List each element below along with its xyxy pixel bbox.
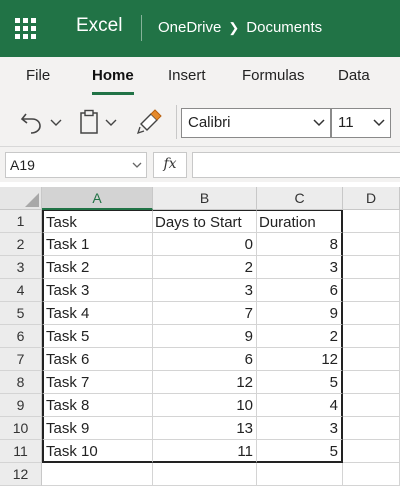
cell[interactable] xyxy=(343,210,400,233)
app-name[interactable]: Excel xyxy=(76,15,122,37)
cell[interactable]: 2 xyxy=(257,325,343,348)
cell[interactable] xyxy=(343,325,400,348)
cell[interactable]: 13 xyxy=(153,417,257,440)
cell[interactable]: Task 5 xyxy=(42,325,153,348)
chevron-down-icon xyxy=(50,119,62,126)
chevron-down-icon xyxy=(313,119,325,127)
cell[interactable]: 3 xyxy=(257,256,343,279)
cell[interactable] xyxy=(343,348,400,371)
row-header[interactable]: 3 xyxy=(0,256,42,279)
chevron-down-icon xyxy=(132,162,142,168)
font-size-select[interactable]: 11 xyxy=(331,108,391,138)
cell[interactable]: Task 10 xyxy=(42,440,153,463)
column-header-c[interactable]: C xyxy=(257,187,343,210)
cell[interactable]: 9 xyxy=(153,325,257,348)
cell[interactable] xyxy=(343,302,400,325)
formula-input[interactable] xyxy=(192,152,400,178)
cell[interactable]: Days to Start xyxy=(153,210,257,233)
tab-insert[interactable]: Insert xyxy=(168,67,206,84)
cell[interactable]: 2 xyxy=(153,256,257,279)
name-box[interactable]: A19 xyxy=(5,152,147,178)
font-name-value: Calibri xyxy=(188,114,231,131)
cell[interactable]: Duration xyxy=(257,210,343,233)
cell[interactable]: 10 xyxy=(153,394,257,417)
chevron-down-icon xyxy=(105,119,117,126)
column-header-d[interactable]: D xyxy=(343,187,400,210)
breadcrumb: OneDrive ❯ Documents xyxy=(158,19,322,36)
title-bar: Excel OneDrive ❯ Documents xyxy=(0,0,400,57)
cell[interactable]: 11 xyxy=(153,440,257,463)
cell[interactable] xyxy=(343,279,400,302)
row-header[interactable]: 8 xyxy=(0,371,42,394)
cell[interactable] xyxy=(343,233,400,256)
tab-formulas[interactable]: Formulas xyxy=(242,67,305,84)
cell[interactable]: Task 1 xyxy=(42,233,153,256)
cell[interactable]: 5 xyxy=(257,371,343,394)
tab-home[interactable]: Home xyxy=(92,67,134,84)
format-painter-icon[interactable] xyxy=(136,109,164,135)
cell[interactable] xyxy=(257,463,343,486)
row-header[interactable]: 6 xyxy=(0,325,42,348)
ribbon-tabs: File Home Insert Formulas Data xyxy=(0,57,400,97)
row-header[interactable]: 2 xyxy=(0,233,42,256)
cell[interactable]: 7 xyxy=(153,302,257,325)
cell[interactable]: Task xyxy=(42,210,153,233)
breadcrumb-documents[interactable]: Documents xyxy=(246,19,322,36)
cell[interactable] xyxy=(343,417,400,440)
row-header[interactable]: 1 xyxy=(0,210,42,233)
row-header[interactable]: 7 xyxy=(0,348,42,371)
undo-icon[interactable] xyxy=(18,109,66,135)
cell[interactable]: Task 7 xyxy=(42,371,153,394)
title-divider xyxy=(141,15,142,41)
cell[interactable] xyxy=(343,371,400,394)
select-all-corner[interactable] xyxy=(0,187,42,210)
cell[interactable]: Task 4 xyxy=(42,302,153,325)
cell[interactable]: Task 8 xyxy=(42,394,153,417)
cell[interactable]: 12 xyxy=(153,371,257,394)
insert-function-button[interactable]: fx xyxy=(153,152,187,178)
column-header-b[interactable]: B xyxy=(153,187,257,210)
cell[interactable] xyxy=(42,463,153,486)
font-size-value: 11 xyxy=(338,114,354,131)
cell[interactable]: 3 xyxy=(153,279,257,302)
tab-file[interactable]: File xyxy=(26,67,50,84)
paste-icon[interactable] xyxy=(78,109,124,135)
cell[interactable]: 5 xyxy=(257,440,343,463)
active-tab-indicator xyxy=(92,92,134,95)
chevron-down-icon xyxy=(373,119,385,127)
cell[interactable]: 0 xyxy=(153,233,257,256)
cell[interactable]: 12 xyxy=(257,348,343,371)
breadcrumb-onedrive[interactable]: OneDrive xyxy=(158,19,221,36)
cell[interactable] xyxy=(343,256,400,279)
cell[interactable] xyxy=(343,440,400,463)
cell[interactable]: 8 xyxy=(257,233,343,256)
cell[interactable]: 4 xyxy=(257,394,343,417)
cell[interactable]: Task 6 xyxy=(42,348,153,371)
cell[interactable]: 3 xyxy=(257,417,343,440)
cell[interactable]: 9 xyxy=(257,302,343,325)
cell[interactable]: 6 xyxy=(257,279,343,302)
select-all-triangle xyxy=(25,193,39,207)
row-header[interactable]: 11 xyxy=(0,440,42,463)
cell[interactable]: Task 2 xyxy=(42,256,153,279)
row-header[interactable]: 4 xyxy=(0,279,42,302)
cell[interactable]: Task 9 xyxy=(42,417,153,440)
name-box-value: A19 xyxy=(10,157,35,173)
chevron-right-icon: ❯ xyxy=(228,19,240,35)
tab-data[interactable]: Data xyxy=(338,67,370,84)
cell[interactable] xyxy=(343,394,400,417)
row-header[interactable]: 9 xyxy=(0,394,42,417)
toolbar-divider xyxy=(176,105,177,139)
row-header[interactable]: 10 xyxy=(0,417,42,440)
font-name-select[interactable]: Calibri xyxy=(181,108,331,138)
row-header[interactable]: 5 xyxy=(0,302,42,325)
cell[interactable] xyxy=(153,463,257,486)
app-launcher-icon[interactable] xyxy=(14,17,38,41)
cell[interactable]: Task 3 xyxy=(42,279,153,302)
cell[interactable]: 6 xyxy=(153,348,257,371)
cell[interactable] xyxy=(343,463,400,486)
row-header[interactable]: 12 xyxy=(0,463,42,486)
column-header-a[interactable]: A xyxy=(42,187,153,210)
